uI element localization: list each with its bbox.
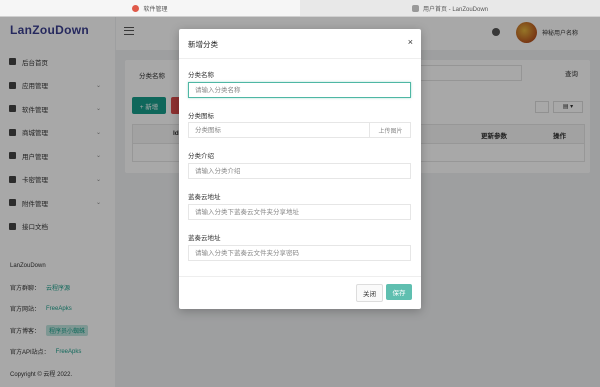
tab-label: 用户首页 - LanZouDown xyxy=(422,6,489,13)
share-password-label: 蓝奏云地址 xyxy=(188,235,221,242)
intro-label: 分类介绍 xyxy=(188,153,214,160)
modal-title: 新增分类 xyxy=(188,40,218,49)
modal-footer: 关闭 保存 xyxy=(179,276,421,310)
close-icon[interactable]: × xyxy=(408,37,413,47)
category-name-input[interactable] xyxy=(188,82,411,98)
share-url-label: 蓝奏云地址 xyxy=(188,194,221,201)
browser-tab-bar: 软件管理 用户首页 - LanZouDown xyxy=(0,0,600,17)
add-category-modal: 新增分类 × 分类名称 分类图标 上传图片 分类介绍 蓝奏云地址 蓝奏云地址 关… xyxy=(179,29,421,309)
share-password-input[interactable] xyxy=(188,245,411,261)
icon-label: 分类图标 xyxy=(188,113,214,120)
browser-tab-user-home[interactable]: 用户首页 - LanZouDown xyxy=(300,0,600,16)
tab-label: 软件管理 xyxy=(143,6,168,13)
modal-header: 新增分类 × xyxy=(179,29,421,59)
save-button[interactable]: 保存 xyxy=(386,284,412,300)
tab-favicon-icon xyxy=(132,4,140,12)
share-url-input[interactable] xyxy=(188,204,411,220)
category-intro-input[interactable] xyxy=(188,163,411,179)
close-button[interactable]: 关闭 xyxy=(356,284,383,302)
upload-image-button[interactable]: 上传图片 xyxy=(369,122,411,138)
tab-favicon-icon xyxy=(411,4,419,12)
name-label: 分类名称 xyxy=(188,72,214,79)
browser-tab-software[interactable]: 软件管理 xyxy=(0,0,300,16)
